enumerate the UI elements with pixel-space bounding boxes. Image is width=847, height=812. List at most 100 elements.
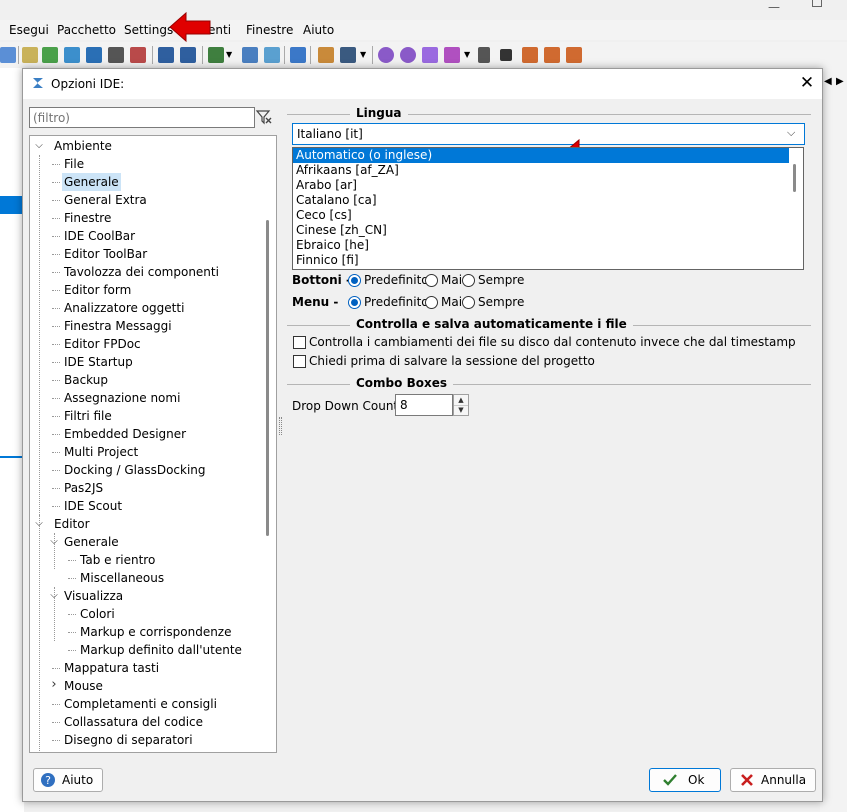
view-forms-icon[interactable] bbox=[180, 47, 196, 63]
step-out-icon[interactable] bbox=[566, 47, 582, 63]
chevron-down-icon[interactable]: ⌵ bbox=[787, 126, 795, 140]
chevron-down-icon[interactable]: ⌵ bbox=[34, 140, 44, 151]
new-unit-icon[interactable] bbox=[22, 47, 38, 63]
search-icon[interactable] bbox=[42, 47, 58, 63]
gear-icon[interactable] bbox=[378, 47, 394, 63]
run-icon[interactable] bbox=[422, 47, 438, 63]
dropdown-count-spinner[interactable]: ▲ ▼ bbox=[453, 394, 469, 416]
toggle-form-icon[interactable] bbox=[130, 47, 146, 63]
tree-item[interactable]: Editor bbox=[54, 515, 90, 533]
tree-item[interactable]: Filtri file bbox=[64, 407, 112, 425]
build-icon[interactable] bbox=[400, 47, 416, 63]
tree-item[interactable]: Assegnazione nomi bbox=[64, 389, 180, 407]
language-combobox[interactable]: Italiano [it] ⌵ bbox=[292, 123, 805, 145]
tree-item[interactable]: Editor form bbox=[64, 281, 131, 299]
tree-item[interactable]: Markup e corrispondenze bbox=[80, 623, 232, 641]
run-params-icon[interactable] bbox=[444, 47, 460, 63]
tree-item[interactable]: Generale bbox=[62, 173, 121, 191]
tree-item[interactable]: Mouse bbox=[64, 677, 103, 695]
minimize-icon[interactable]: — bbox=[768, 0, 780, 14]
close-icon[interactable]: ✕ bbox=[797, 73, 817, 93]
tree-item[interactable]: Editor FPDoc bbox=[64, 335, 141, 353]
stop-icon[interactable] bbox=[500, 49, 512, 61]
menu-radio-sempre[interactable] bbox=[462, 296, 475, 309]
buttons-radio-predefinito[interactable] bbox=[348, 274, 361, 287]
chevron-down-icon[interactable]: ▼ bbox=[464, 50, 470, 59]
menu-finestre[interactable]: Finestre bbox=[246, 23, 293, 37]
language-option[interactable]: Catalano [ca] bbox=[293, 193, 789, 208]
clear-filter-icon[interactable] bbox=[255, 108, 273, 126]
tools-icon[interactable] bbox=[318, 47, 334, 63]
maximize-icon[interactable] bbox=[812, 0, 822, 7]
tree-scrollbar[interactable] bbox=[266, 220, 269, 536]
help-button[interactable]: ? Aiuto bbox=[33, 768, 103, 792]
project-icon[interactable] bbox=[242, 47, 258, 63]
tree-item[interactable]: Mappatura tasti bbox=[64, 659, 159, 677]
tree-item[interactable]: Markup definito dall'utente bbox=[80, 641, 242, 659]
tree-item[interactable]: IDE CoolBar bbox=[64, 227, 135, 245]
tree-item[interactable]: Docking / GlassDocking bbox=[64, 461, 206, 479]
package-icon[interactable] bbox=[64, 47, 80, 63]
tree-item[interactable]: File bbox=[64, 155, 84, 173]
language-option[interactable]: Ceco [cs] bbox=[293, 208, 789, 223]
language-option[interactable]: Ebraico [he] bbox=[293, 238, 789, 253]
dropdown-scrollbar[interactable] bbox=[793, 164, 796, 192]
language-option[interactable]: Automatico (o inglese) bbox=[293, 148, 789, 163]
save-icon[interactable] bbox=[0, 47, 16, 63]
view-units-icon[interactable] bbox=[158, 47, 174, 63]
cancel-button[interactable]: Annulla bbox=[730, 768, 816, 792]
tree-item[interactable]: Multi Project bbox=[64, 443, 138, 461]
chevron-down-icon[interactable]: ▼ bbox=[360, 50, 366, 59]
tree-item[interactable]: Pas2JS bbox=[64, 479, 103, 497]
units-icon[interactable] bbox=[86, 47, 102, 63]
menu-radio-mai[interactable] bbox=[425, 296, 438, 309]
tree-item[interactable]: Miscellaneous bbox=[80, 569, 164, 587]
chevron-right-icon[interactable]: › bbox=[49, 677, 59, 692]
language-option[interactable]: Afrikaans [af_ZA] bbox=[293, 163, 789, 178]
monitor-icon[interactable] bbox=[340, 47, 356, 63]
tree-item[interactable]: Colori bbox=[80, 605, 115, 623]
step-over-icon[interactable] bbox=[544, 47, 560, 63]
language-option[interactable]: Finnico [fi] bbox=[293, 253, 789, 268]
dropdown-count-input[interactable]: 8 bbox=[395, 394, 453, 416]
tree-item[interactable]: Finestra Messaggi bbox=[64, 317, 172, 335]
tree-item[interactable]: Backup bbox=[64, 371, 108, 389]
splitter-handle[interactable] bbox=[279, 417, 282, 435]
spin-down-icon[interactable]: ▼ bbox=[454, 405, 468, 415]
menu-radio-predefinito[interactable] bbox=[348, 296, 361, 309]
pause-icon[interactable] bbox=[478, 47, 490, 63]
buttons-radio-mai[interactable] bbox=[425, 274, 438, 287]
ask-save-checkbox[interactable] bbox=[293, 355, 306, 368]
tree-item[interactable]: Generale bbox=[64, 533, 119, 551]
tree-item[interactable]: Finestre bbox=[64, 209, 111, 227]
ok-button[interactable]: Ok bbox=[649, 768, 721, 792]
tree-item[interactable]: General Extra bbox=[64, 191, 147, 209]
tree-item[interactable]: Visualizza bbox=[64, 587, 123, 605]
tree-item[interactable]: Ambiente bbox=[54, 137, 112, 155]
add-to-project-icon[interactable] bbox=[208, 47, 224, 63]
tree-item[interactable]: Completamenti e consigli bbox=[64, 695, 217, 713]
chevron-down-icon[interactable]: ▼ bbox=[226, 50, 232, 59]
tree-item[interactable]: Disegno di separatori bbox=[64, 731, 193, 749]
tree-item[interactable]: Collassatura del codice bbox=[64, 713, 203, 731]
step-into-icon[interactable] bbox=[522, 47, 538, 63]
options-tree[interactable]: Ambiente ⌵ File Generale General Extra Finest… bbox=[29, 135, 277, 753]
language-dropdown-list[interactable]: Automatico (o inglese) Afrikaans [af_ZA] A… bbox=[292, 147, 804, 270]
tree-item[interactable]: Embedded Designer bbox=[64, 425, 186, 443]
buttons-radio-sempre[interactable] bbox=[462, 274, 475, 287]
tree-item[interactable]: Analizzatore oggetti bbox=[64, 299, 184, 317]
menu-pacchetto[interactable]: Pacchetto bbox=[57, 23, 116, 37]
wave-icon[interactable] bbox=[290, 47, 306, 63]
form-icon[interactable] bbox=[108, 47, 124, 63]
tree-item[interactable]: IDE Startup bbox=[64, 353, 133, 371]
tree-item[interactable]: Tavolozza dei componenti bbox=[64, 263, 219, 281]
menu-settings[interactable]: Settings bbox=[124, 23, 173, 37]
filter-input[interactable] bbox=[29, 107, 255, 128]
tree-item[interactable]: Editor ToolBar bbox=[64, 245, 147, 263]
tree-item[interactable]: Tab e rientro bbox=[80, 551, 155, 569]
language-option[interactable]: Arabo [ar] bbox=[293, 178, 789, 193]
menu-esegui[interactable]: Esegui bbox=[9, 23, 49, 37]
language-option[interactable]: Cinese [zh_CN] bbox=[293, 223, 789, 238]
check-disk-checkbox[interactable] bbox=[293, 336, 306, 349]
tree-item[interactable]: IDE Scout bbox=[64, 497, 122, 515]
